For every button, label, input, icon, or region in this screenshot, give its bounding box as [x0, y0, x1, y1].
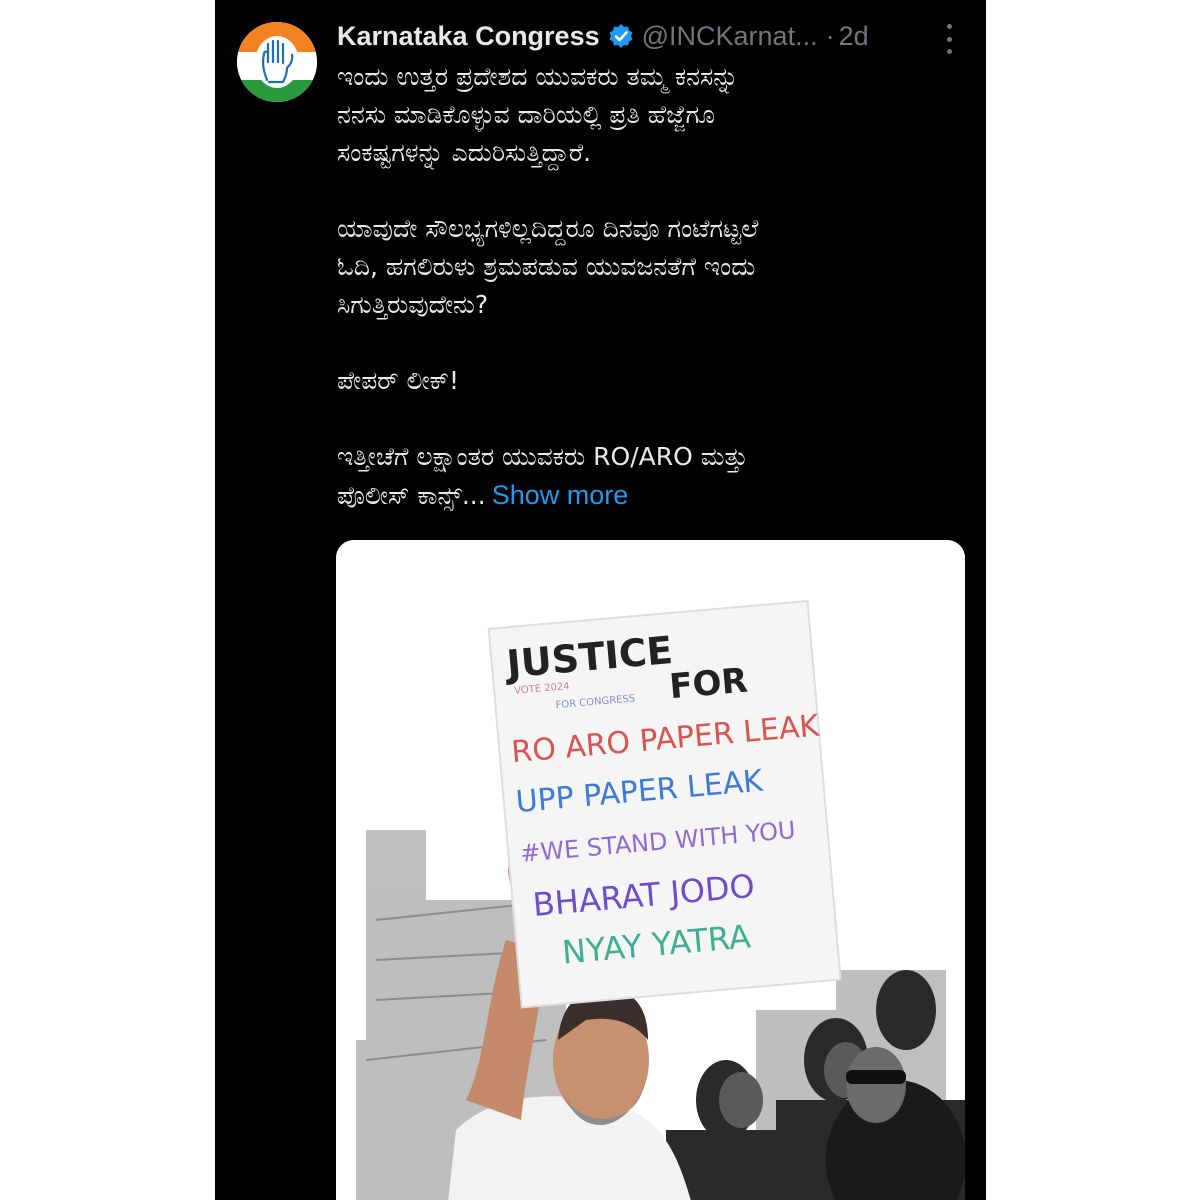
timestamp[interactable]: 2d	[839, 21, 869, 52]
protest-photo: JUSTICE FOR VOTE 2024 FOR CONGRESS RO AR…	[336, 540, 965, 1200]
tweet-header: Karnataka Congress @INCKarnat... · 2d	[337, 14, 977, 58]
tweet-line: ಯಾವುದೇ ಸೌಲಭ್ಯಗಳಿಲ್ಲದಿದ್ದರೂ ದಿನವೂ ಗಂಟೆಗಟ್…	[337, 214, 759, 243]
more-options-icon[interactable]	[937, 24, 961, 54]
sign-line: FOR	[668, 661, 750, 708]
account-avatar[interactable]	[237, 22, 317, 102]
tweet-line: ಓದಿ, ಹಗಲಿರುಳು ಶ್ರಮಪಡುವ ಯುವಜನತೆಗೆ ಇಂದು	[337, 252, 756, 281]
tweet-line: ಸಿಗುತ್ತಿರುವುದೇನು?	[337, 290, 489, 319]
tweet-line: ನನಸು ಮಾಡಿಕೊಳ್ಳುವ ದಾರಿಯಲ್ಲಿ ಪ್ರತಿ ಹೆಜ್ಜೆಗ…	[337, 100, 716, 129]
tweet-line-last: ಪೊಲೀಸ್ ಕಾನ್ಸ್... Show more	[337, 476, 957, 515]
tweet-line: ಪೇಪರ್ ಲೀಕ್!	[337, 366, 460, 395]
show-more-link[interactable]: Show more	[492, 480, 629, 510]
verified-badge-icon	[608, 23, 634, 49]
protest-sign: JUSTICE FOR VOTE 2024 FOR CONGRESS RO AR…	[487, 599, 842, 1009]
tweet-line: ಇತ್ತೀಚೆಗೆ ಲಕ್ಷಾಂತರ ಯುವಕರು RO/ARO ಮತ್ತು	[337, 442, 748, 471]
tweet-line: ಪೊಲೀಸ್ ಕಾನ್ಸ್...	[337, 481, 486, 510]
handle[interactable]: @INCKarnat...	[642, 21, 818, 52]
tweet-line: ಇಂದು ಉತ್ತರ ಪ್ರದೇಶದ ಯುವಕರು ತಮ್ಮ ಕನಸನ್ನು	[337, 62, 739, 91]
congress-hand-logo	[237, 22, 317, 102]
tweet-image[interactable]: JUSTICE FOR VOTE 2024 FOR CONGRESS RO AR…	[336, 540, 965, 1200]
display-name[interactable]: Karnataka Congress	[337, 21, 600, 52]
tweet-text: ಇಂದು ಉತ್ತರ ಪ್ರದೇಶದ ಯುವಕರು ತಮ್ಮ ಕನಸನ್ನು ನ…	[337, 58, 957, 515]
separator-dot: ·	[825, 20, 835, 51]
tweet-screen: Karnataka Congress @INCKarnat... · 2d ಇಂ…	[215, 0, 986, 1200]
tweet-line: ಸಂಕಷ್ಟಗಳನ್ನು ಎದುರಿಸುತ್ತಿದ್ದಾರೆ.	[337, 138, 592, 167]
